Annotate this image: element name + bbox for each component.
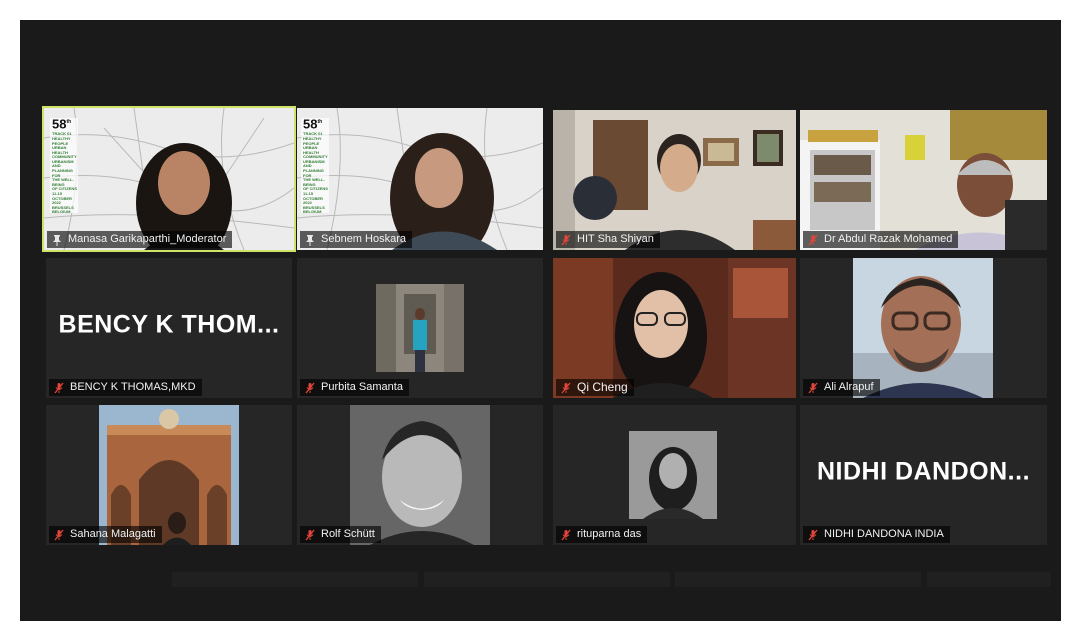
participant-display-name: BENCY K THOM... — [58, 310, 280, 339]
participant-name: Rolf Schütt — [321, 528, 375, 540]
participant-nameplate: Sahana Malagatti — [49, 526, 162, 543]
participant-nameplate: NIDHI DANDONA INDIA — [803, 526, 950, 543]
video-tile-sahana[interactable]: Sahana Malagatti — [46, 405, 292, 545]
participant-video — [553, 110, 796, 250]
video-tile-sebnem[interactable]: 58th TRACK 01 HEALTHY PEOPLE URBAN HEALTH CO… — [297, 108, 543, 250]
mic-muted-icon — [808, 529, 818, 540]
profile-photo — [99, 405, 239, 545]
participant-name: Dr Abdul Razak Mohamed — [824, 233, 953, 245]
participant-nameplate: Dr Abdul Razak Mohamed — [803, 231, 959, 248]
next-row-tile-3 — [675, 572, 921, 587]
next-row-tile-2 — [424, 572, 670, 587]
participant-name: Purbita Samanta — [321, 381, 403, 393]
participant-nameplate: Qi Cheng — [556, 379, 634, 396]
participant-display-name: NIDHI DANDON... — [816, 457, 1031, 486]
poster-text: 58th TRACK 01 HEALTHY PEOPLE URBAN HEALTH CO… — [303, 116, 328, 215]
poster-number: 58 — [303, 116, 318, 132]
profile-photo — [853, 258, 993, 398]
participant-video — [297, 108, 543, 250]
participant-nameplate: Manasa Garikaparthi_Moderator — [47, 231, 233, 248]
mic-muted-icon — [808, 382, 818, 393]
mic-muted-icon — [561, 234, 571, 245]
video-tile-ali[interactable]: Ali Alrapuf — [800, 258, 1047, 398]
video-tile-abdul-razak[interactable]: Dr Abdul Razak Mohamed — [800, 110, 1047, 250]
participant-video — [553, 258, 796, 398]
next-row-tile-4 — [927, 572, 1051, 587]
video-tile-purbita[interactable]: Purbita Samanta — [297, 258, 543, 398]
participant-nameplate: BENCY K THOMAS,MKD — [49, 379, 202, 396]
mic-muted-icon — [561, 382, 571, 393]
next-row-tile-1 — [172, 572, 418, 587]
video-tile-rolf[interactable]: Rolf Schütt — [297, 405, 543, 545]
participant-name: Manasa Garikaparthi_Moderator — [68, 233, 227, 245]
mic-muted-icon — [305, 529, 315, 540]
participant-video — [800, 110, 1047, 250]
mic-muted-icon — [561, 529, 571, 540]
meeting-window: 58th TRACK 01 HEALTHY PEOPLE URBAN HEALTH CO… — [20, 20, 1061, 621]
participant-name: Sebnem Hoskara — [321, 233, 406, 245]
mic-muted-icon — [305, 382, 315, 393]
video-tile-bency[interactable]: BENCY K THOM... BENCY K THOMAS,MKD — [46, 258, 292, 398]
participant-name: HIT Sha Shiyan — [577, 233, 654, 245]
participant-name: Qi Cheng — [577, 380, 628, 394]
participant-name: rituparna das — [577, 528, 642, 540]
participant-name: Ali Alrapuf — [824, 381, 874, 393]
video-tile-nidhi[interactable]: NIDHI DANDON... NIDHI DANDONA INDIA — [800, 405, 1047, 545]
video-tile-qi-cheng[interactable]: Qi Cheng — [553, 258, 796, 398]
poster-number: 58 — [52, 116, 67, 132]
mic-muted-icon — [54, 382, 64, 393]
participant-nameplate: HIT Sha Shiyan — [556, 231, 660, 248]
video-tile-rituparna[interactable]: rituparna das — [553, 405, 796, 545]
participant-nameplate: Ali Alrapuf — [803, 379, 880, 396]
participant-name: Sahana Malagatti — [70, 528, 156, 540]
participant-name: BENCY K THOMAS,MKD — [70, 381, 196, 393]
participant-nameplate: Sebnem Hoskara — [300, 231, 412, 248]
poster-text: 58th TRACK 01 HEALTHY PEOPLE URBAN HEALTH CO… — [52, 116, 77, 215]
participant-nameplate: rituparna das — [556, 526, 648, 543]
video-tile-sha-shiyan[interactable]: HIT Sha Shiyan — [553, 110, 796, 250]
profile-photo — [629, 431, 717, 519]
mic-muted-icon — [54, 529, 64, 540]
participant-nameplate: Rolf Schütt — [300, 526, 381, 543]
video-tile-manasa[interactable]: 58th TRACK 01 HEALTHY PEOPLE URBAN HEALTH CO… — [42, 106, 296, 252]
participant-video — [44, 108, 294, 250]
profile-photo — [376, 284, 464, 372]
pin-icon — [306, 234, 314, 246]
pin-icon — [53, 234, 61, 246]
participant-name: NIDHI DANDONA INDIA — [824, 528, 944, 540]
participant-nameplate: Purbita Samanta — [300, 379, 409, 396]
profile-photo — [350, 405, 490, 545]
mic-muted-icon — [808, 234, 818, 245]
